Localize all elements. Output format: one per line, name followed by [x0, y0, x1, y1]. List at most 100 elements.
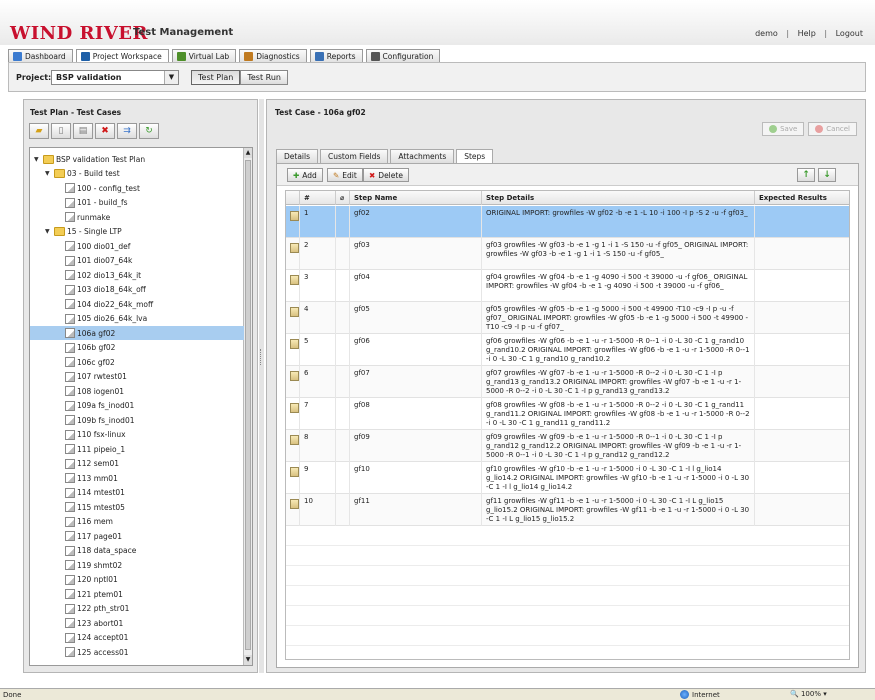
test-plan-button[interactable]: Test Plan: [191, 70, 241, 85]
dashboard-icon: [13, 51, 22, 61]
tree-item[interactable]: 100 - config_test: [30, 181, 244, 195]
tree-folder[interactable]: ▼ 15 - Single LTP: [30, 225, 244, 239]
tree-item[interactable]: 115 mtest05: [30, 500, 244, 514]
step-row[interactable]: 4 gf05 gf05 growfiles -W gf05 -b -e 1 -g 5…: [286, 302, 849, 334]
edit-step-button[interactable]: ✎ Edit: [327, 168, 363, 182]
tree-folder[interactable]: ▼ BSP validation Test Plan: [30, 152, 244, 166]
tree-item[interactable]: 125 access01: [30, 645, 244, 659]
tree-item[interactable]: 105 dio26_64k_lva: [30, 312, 244, 326]
tab-steps[interactable]: Steps: [456, 149, 494, 163]
delete-step-button[interactable]: ✖ Delete: [363, 168, 409, 182]
tree-item[interactable]: 111 pipeio_1: [30, 442, 244, 456]
tree-item[interactable]: 100 dio01_def: [30, 239, 244, 253]
test-case-icon: [65, 429, 75, 440]
tree-scrollbar[interactable]: ▲ ▼: [243, 148, 252, 665]
test-run-button[interactable]: Test Run: [240, 70, 288, 85]
col-step-details[interactable]: Step Details: [482, 191, 755, 205]
delete-button[interactable]: ✖: [95, 123, 115, 139]
tree-item[interactable]: 101 - build_fs: [30, 196, 244, 210]
tree-item[interactable]: 106b gf02: [30, 341, 244, 355]
tree-item[interactable]: 123 abort01: [30, 616, 244, 630]
tree-item[interactable]: 106c gf02: [30, 355, 244, 369]
step-row[interactable]: 10 gf11 gf11 growfiles -W gf11 -b -e 1 -u …: [286, 494, 849, 526]
project-select[interactable]: BSP validation ▼: [51, 70, 179, 85]
tree-item[interactable]: 124 accept01: [30, 631, 244, 645]
col-step-name[interactable]: Step Name: [350, 191, 482, 205]
splitter-grip[interactable]: [260, 349, 263, 365]
tree-item-label: 100 dio01_def: [77, 241, 131, 251]
tree-item[interactable]: 116 mem: [30, 515, 244, 529]
tab-diagnostics[interactable]: Diagnostics: [239, 49, 307, 62]
tree-item[interactable]: 109a fs_inod01: [30, 399, 244, 413]
step-row[interactable]: 6 gf07 gf07 growfiles -W gf07 -b -e 1 -u -…: [286, 366, 849, 398]
step-row[interactable]: 1 gf02 ORIGINAL IMPORT: growfiles -W gf02 …: [286, 206, 849, 238]
tab-virtual-lab[interactable]: Virtual Lab: [171, 49, 237, 62]
new-test-case-button[interactable]: ▯: [51, 123, 71, 139]
tree-item[interactable]: 112 sem01: [30, 457, 244, 471]
tab-project-workspace[interactable]: Project Workspace: [75, 49, 169, 63]
tree-item[interactable]: 119 shmt02: [30, 558, 244, 572]
panel-splitter[interactable]: [259, 99, 264, 673]
tree-item[interactable]: 122 pth_str01: [30, 602, 244, 616]
tree-item[interactable]: 110 fsx-linux: [30, 428, 244, 442]
row-icon-cell: [286, 270, 300, 302]
new-folder-button[interactable]: ▰: [29, 123, 49, 139]
tree-item[interactable]: 107 rwtest01: [30, 370, 244, 384]
tree-item[interactable]: 117 page01: [30, 529, 244, 543]
tree-item[interactable]: 118 data_space: [30, 544, 244, 558]
tree-item-label: 102 dio13_64k_it: [77, 270, 142, 280]
tree-item[interactable]: 108 iogen01: [30, 384, 244, 398]
col-num[interactable]: #: [300, 191, 336, 205]
tab-dashboard[interactable]: Dashboard: [8, 49, 73, 62]
tree-item[interactable]: runmake: [30, 210, 244, 224]
expand-toggle-icon[interactable]: ▼: [45, 170, 52, 177]
step-row[interactable]: 3 gf04 gf04 growfiles -W gf04 -b -e 1 -g 4…: [286, 270, 849, 302]
tree-item[interactable]: 103 dio18_64k_off: [30, 283, 244, 297]
move-up-button[interactable]: ↑: [797, 168, 815, 182]
tree-item-label: 105 dio26_64k_lva: [77, 314, 148, 323]
tree-item[interactable]: 113 mm01: [30, 471, 244, 485]
tree-item[interactable]: 102 dio13_64k_it: [30, 268, 244, 282]
logout-link[interactable]: Logout: [836, 29, 863, 38]
zoom-level[interactable]: 🔍 100% ▾: [790, 690, 827, 698]
tree-folder[interactable]: ▼ 03 - Build test: [30, 167, 244, 181]
tree-item[interactable]: 114 mtest01: [30, 486, 244, 500]
tab-custom-fields[interactable]: Custom Fields: [320, 149, 389, 163]
help-link[interactable]: Help: [798, 29, 816, 38]
step-row[interactable]: 2 gf03 gf03 growfiles -W gf03 -b -e 1 -g 1…: [286, 238, 849, 270]
tree-item[interactable]: 109b fs_inod01: [30, 413, 244, 427]
tree-item[interactable]: 101 dio07_64k: [30, 254, 244, 268]
expand-toggle-icon[interactable]: ▼: [34, 156, 41, 163]
step-row[interactable]: 7 gf08 gf08 growfiles -W gf08 -b -e 1 -u -…: [286, 398, 849, 430]
step-row[interactable]: 5 gf06 gf06 growfiles -W gf06 -b -e 1 -u -…: [286, 334, 849, 366]
cancel-button[interactable]: Cancel: [808, 122, 857, 136]
scroll-up-icon[interactable]: ▲: [244, 148, 252, 158]
test-case-icon: [65, 313, 75, 324]
step-details: gf10 growfiles -W gf10 -b -e 1 -u -r 1-5…: [482, 462, 755, 494]
col-expected-results[interactable]: Expected Results: [755, 191, 849, 205]
scroll-down-icon[interactable]: ▼: [244, 655, 252, 665]
user-link[interactable]: demo: [755, 29, 778, 38]
tab-details[interactable]: Details: [276, 149, 319, 163]
row-icon-cell: [286, 462, 300, 494]
tree-item[interactable]: 121 ptem01: [30, 587, 244, 601]
save-button[interactable]: Save: [762, 122, 805, 136]
tab-attachments[interactable]: Attachments: [390, 149, 455, 163]
add-step-button[interactable]: ✚ Add: [287, 168, 323, 182]
refresh-button[interactable]: ↻: [139, 123, 159, 139]
copy-button[interactable]: ⇉: [117, 123, 137, 139]
move-down-button[interactable]: ↓: [818, 168, 836, 182]
scrollbar-thumb[interactable]: [245, 160, 251, 650]
step-number: 10: [300, 494, 336, 526]
tab-reports[interactable]: Reports: [309, 49, 363, 62]
expand-toggle-icon[interactable]: ▼: [45, 228, 52, 235]
tree-item[interactable]: 104 dio22_64k_moff: [30, 297, 244, 311]
step-row[interactable]: 8 gf09 gf09 growfiles -W gf09 -b -e 1 -u -…: [286, 430, 849, 462]
test-case-tree[interactable]: ▲ ▼ ▼ BSP validation Test Plan ▼ 03 - Build…: [29, 147, 253, 666]
folder-add-icon: ▰: [35, 126, 43, 136]
tree-item[interactable]: 120 nptl01: [30, 573, 244, 587]
tree-item[interactable]: 106a gf02: [30, 326, 244, 340]
edit-button[interactable]: ▤: [73, 123, 93, 139]
tab-configuration[interactable]: Configuration: [365, 49, 441, 62]
step-row[interactable]: 9 gf10 gf10 growfiles -W gf10 -b -e 1 -u -…: [286, 462, 849, 494]
